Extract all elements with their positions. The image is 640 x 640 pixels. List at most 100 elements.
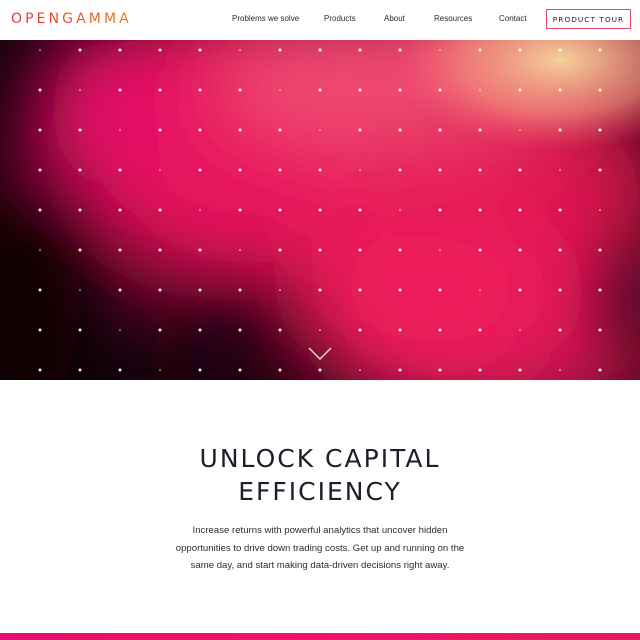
hero-dot [78,168,82,172]
hero-dot [438,48,442,52]
headline-line-2: EFFICIENCY [238,477,402,506]
hero-dot [438,288,442,292]
hero-dot [398,48,402,52]
hero-dot [318,288,322,292]
nav-link-contact[interactable]: Contact [499,13,527,25]
hero-dot [238,328,242,332]
hero-dot [318,208,322,212]
hero-dot [358,368,362,372]
hero-dot [518,208,522,212]
hero-dot [558,328,562,332]
hero-dot [118,88,122,92]
hero-dot [238,128,242,132]
hero-dot [78,328,82,332]
hero-dot [558,168,562,172]
nav-link-resources[interactable]: Resources [434,13,472,25]
hero-dot [518,368,522,372]
hero-dot [278,128,282,132]
hero-dot [278,208,282,212]
hero-dot [158,288,162,292]
hero-dot [118,168,122,172]
hero-dot [238,48,242,52]
hero-dot [398,288,402,292]
hero-dot [198,48,202,52]
hero-dot [198,288,202,292]
hero-dot [78,128,82,132]
chevron-down-icon[interactable] [308,347,332,361]
hero-dot [398,368,402,372]
nav-link-products[interactable]: Products [324,13,356,25]
hero-dot [198,168,202,172]
hero-dot [158,208,162,212]
hero-dot [558,88,562,92]
nav-link-problems[interactable]: Problems we solve [232,13,299,25]
hero-dot [518,248,522,252]
hero-gradient-background [0,40,640,380]
hero-dot [198,328,202,332]
hero-dot [358,128,362,132]
hero-dot [478,48,482,52]
hero-dot [318,368,322,372]
intro-line-2: opportunities to drive down trading cost… [175,542,465,554]
hero-dot [158,88,162,92]
hero-dot [598,48,602,52]
hero-dot [598,328,602,332]
hero-dot [318,248,322,252]
intro-line-1: Increase returns with powerful analytics… [192,525,448,536]
hero-dot [278,48,282,52]
hero-dot [358,48,362,52]
product-tour-button[interactable]: PRODUCT TOUR [546,9,631,29]
intro-paragraph: Increase returns with powerful analytics… [160,522,480,575]
opengamma-logo[interactable]: OPENGAMMA [11,10,132,28]
hero-dot [438,88,442,92]
hero-dot [358,248,362,252]
hero-dot [198,368,202,372]
page-title: UNLOCK CAPITAL EFFICIENCY [0,442,640,508]
headline-line-1: UNLOCK CAPITAL [199,444,441,473]
hero-dot [38,128,42,132]
hero-dot [78,48,82,52]
hero-dot [278,168,282,172]
hero-dot [438,328,442,332]
hero-dot [518,168,522,172]
hero-dot [158,48,162,52]
hero-dot [558,288,562,292]
hero-dot [398,328,402,332]
hero-dot [478,208,482,212]
hero-dot [398,208,402,212]
hero-dot [38,248,42,252]
hero-dot [558,208,562,212]
hero-banner [0,40,640,380]
hero-dot [438,168,442,172]
hero-dot [118,48,122,52]
hero-dot [478,288,482,292]
hero-dot [558,128,562,132]
hero-dot [398,168,402,172]
hero-dot [558,248,562,252]
hero-dot [518,128,522,132]
hero-dot [118,328,122,332]
nav-link-about[interactable]: About [384,13,405,25]
hero-dot [118,208,122,212]
hero-dot [238,168,242,172]
hero-dot [598,88,602,92]
hero-dot [78,288,82,292]
hero-dot [238,288,242,292]
hero-dot [198,208,202,212]
hero-dot [358,288,362,292]
hero-dot [158,168,162,172]
hero-dot [518,88,522,92]
hero-dot [478,168,482,172]
hero-dot [38,368,42,372]
site-header: OPENGAMMA Problems we solve Products Abo… [0,0,640,40]
hero-dot [598,208,602,212]
hero-dot [318,48,322,52]
hero-dot [38,328,42,332]
hero-dot [558,368,562,372]
hero-dot [518,288,522,292]
hero-dot [38,208,42,212]
hero-dot [318,328,322,332]
hero-dot [118,128,122,132]
hero-dot [238,248,242,252]
hero-dot [438,208,442,212]
